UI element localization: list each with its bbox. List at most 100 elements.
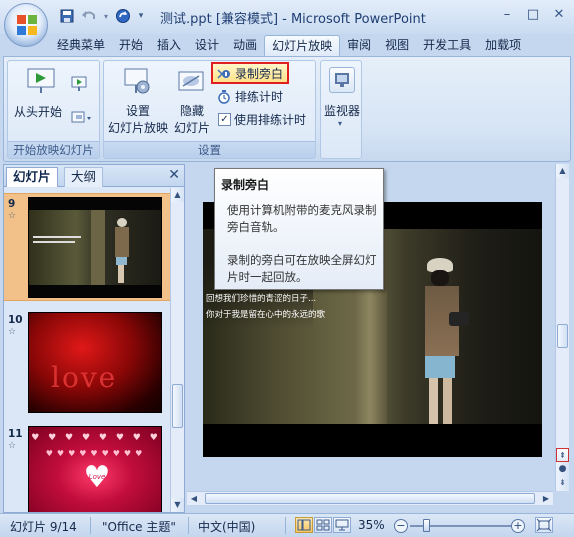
from-beginning-button[interactable]: 从头开始 (14, 103, 62, 120)
language-indicator[interactable]: 中文(中国) (198, 518, 255, 535)
scroll-right-icon[interactable]: ▶ (539, 492, 553, 505)
setup-slide-show-icon[interactable] (121, 65, 153, 99)
select-browse-icon[interactable]: ● (556, 462, 569, 476)
status-bar: 幻灯片 9/14 "Office 主题" 中文(中国) 35% − + (0, 513, 574, 537)
monitors-icon[interactable] (329, 67, 355, 93)
record-narration-button[interactable]: 录制旁白 (216, 65, 283, 82)
slide-thumbnails: 9 ☆ 10 ☆ love 11 ☆ ♥ ♥ ♥ ♥ ♥ ♥ ♥ ♥ ♥♥♥♥♥… (4, 188, 170, 512)
slide-sorter-view-icon[interactable] (314, 517, 332, 533)
use-rehearsed-timings-checkbox[interactable]: ✓ 使用排练计时 (218, 111, 306, 128)
zoom-out-icon[interactable]: − (394, 519, 408, 533)
thumbnail-slide-10[interactable]: 10 ☆ love (4, 310, 170, 414)
title-bar: ▾ ▾ 测试.ppt [兼容模式] - Microsoft PowerPoint… (0, 0, 574, 34)
close-button[interactable]: ✕ (547, 4, 571, 24)
save-icon[interactable] (58, 7, 76, 25)
from-current-slide-icon[interactable] (70, 75, 88, 93)
scroll-up-icon[interactable]: ▲ (171, 188, 184, 202)
rehearse-timings-icon (218, 89, 230, 104)
scroll-thumb[interactable] (557, 324, 568, 348)
group-monitors: 监视器 ▾ (320, 60, 362, 159)
hide-slide-line1[interactable]: 隐藏 (180, 102, 204, 119)
group-label-setup: 设置 (104, 141, 315, 158)
normal-view-icon[interactable] (295, 517, 313, 533)
scroll-thumb[interactable] (172, 384, 183, 428)
scroll-up-icon[interactable]: ▲ (556, 164, 569, 178)
monitors-dropdown-icon[interactable]: ▾ (338, 119, 342, 128)
tab-classic-menu[interactable]: 经典菜单 (50, 35, 112, 56)
group-setup: 设置 幻灯片放映 隐藏 幻灯片 录制旁白 排练计时 ✓ 使用排练计时 设置 (103, 60, 316, 159)
thumbnails-scrollbar[interactable]: ▲ ▼ (170, 188, 184, 512)
fit-to-window-icon[interactable] (535, 517, 553, 533)
use-rehearsed-timings-label: 使用排练计时 (234, 113, 307, 127)
monitors-button[interactable]: 监视器 (324, 102, 360, 119)
tooltip-paragraph-2: 录制的旁白可在放映全屏幻灯片时一起回放。 (227, 253, 377, 284)
hide-slide-line2[interactable]: 幻灯片 (174, 119, 210, 136)
panel-close-icon[interactable]: ✕ (168, 167, 180, 183)
thumbnail-slide-9[interactable]: 9 ☆ (4, 193, 170, 301)
group-label-start: 开始放映幻灯片 (8, 141, 99, 158)
record-narration-icon (217, 68, 230, 79)
tab-animations[interactable]: 动画 (226, 35, 264, 56)
slide-transition-icon: ☆ (8, 327, 17, 337)
thumbnail-slide-11[interactable]: 11 ☆ ♥ ♥ ♥ ♥ ♥ ♥ ♥ ♥ ♥♥♥♥♥♥♥♥♥ ♥ Love (4, 424, 170, 512)
tab-view[interactable]: 视图 (378, 35, 416, 56)
checkbox-checked-icon: ✓ (218, 113, 231, 126)
tab-slides[interactable]: 幻灯片 (6, 167, 58, 187)
record-narration-label: 录制旁白 (235, 67, 284, 81)
tab-add-ins[interactable]: 加载项 (478, 35, 528, 56)
custom-show-icon[interactable] (70, 109, 94, 127)
tab-design[interactable]: 设计 (188, 35, 226, 56)
undo-dropdown-icon[interactable]: ▾ (102, 7, 110, 25)
thumbnail-image-11: ♥ ♥ ♥ ♥ ♥ ♥ ♥ ♥ ♥♥♥♥♥♥♥♥♥ ♥ Love (28, 426, 162, 512)
slide-number: 11 (8, 428, 23, 440)
next-slide-icon[interactable]: ⇟ (556, 476, 569, 490)
redo-icon[interactable] (114, 7, 132, 25)
group-start-slide-show: 从头开始 开始放映幻灯片 (7, 60, 100, 159)
zoom-slider-thumb[interactable] (423, 519, 430, 532)
zoom-level[interactable]: 35% (358, 518, 385, 532)
thumbnail-image-9 (28, 197, 162, 298)
minimize-button[interactable]: – (495, 4, 519, 24)
scroll-left-icon[interactable]: ◀ (187, 492, 201, 505)
rehearse-timings-button[interactable]: 排练计时 (216, 88, 283, 105)
setup-slide-show-line1[interactable]: 设置 (126, 102, 150, 119)
tab-outline[interactable]: 大纲 (64, 167, 104, 187)
slide-counter: 幻灯片 9/14 (10, 520, 77, 534)
customize-qat-icon[interactable]: ▾ (136, 7, 146, 25)
h-scroll-thumb[interactable] (205, 493, 535, 504)
record-narration-tooltip: 录制旁白 使用计算机附带的麦克风录制旁白音轨。 录制的旁白可在放映全屏幻灯片时一… (214, 168, 384, 290)
zoom-in-icon[interactable]: + (511, 519, 525, 533)
hide-slide-icon[interactable] (176, 69, 206, 97)
slide-show-view-icon[interactable] (333, 517, 351, 533)
slide-transition-icon: ☆ (8, 211, 17, 221)
slide-text-line2: 你对于我是留在心中的永远的歌 (206, 310, 326, 320)
slide-number: 9 (8, 198, 16, 210)
maximize-button[interactable]: □ (521, 4, 545, 24)
tooltip-paragraph-1: 使用计算机附带的麦克风录制旁白音轨。 (227, 203, 377, 234)
undo-icon[interactable] (80, 7, 98, 25)
office-logo-icon (17, 15, 37, 35)
from-beginning-icon[interactable] (26, 67, 56, 95)
previous-slide-icon[interactable]: ⇞ (556, 448, 569, 462)
slide-number: 10 (8, 314, 23, 326)
ribbon: 从头开始 开始放映幻灯片 设置 幻灯片放映 隐藏 幻灯片 录制旁白 排练计时 ✓… (3, 56, 571, 162)
office-button[interactable] (4, 3, 48, 47)
slide-text-line1: 回想我们珍惜的青涩的日子... (206, 294, 317, 304)
scroll-down-icon[interactable]: ▼ (171, 498, 184, 512)
quick-access-toolbar: ▾ ▾ (54, 7, 146, 25)
tab-review[interactable]: 审阅 (340, 35, 378, 56)
slides-panel: 幻灯片 大纲 ✕ 9 ☆ 10 ☆ love 11 ☆ ♥ ♥ ♥ ♥ ♥ ♥ … (3, 164, 185, 513)
slide-horizontal-scrollbar[interactable]: ◀ ▶ (187, 491, 553, 505)
slide-transition-icon: ☆ (8, 441, 17, 451)
thumb11-love-text: Love (88, 473, 106, 481)
ribbon-tabs: 经典菜单 开始 插入 设计 动画 幻灯片放映 审阅 视图 开发工具 加载项 (50, 35, 528, 56)
tab-slide-show[interactable]: 幻灯片放映 (264, 35, 341, 56)
thumbnail-image-10: love (28, 312, 162, 413)
slide-vertical-scrollbar[interactable]: ▲ ⇞ ● ⇟ (555, 164, 569, 491)
panel-tabs: 幻灯片 大纲 ✕ (4, 165, 184, 187)
tab-home[interactable]: 开始 (112, 35, 150, 56)
tab-insert[interactable]: 插入 (150, 35, 188, 56)
tab-developer[interactable]: 开发工具 (416, 35, 478, 56)
thumb10-love-text: love (51, 361, 118, 394)
setup-slide-show-line2[interactable]: 幻灯片放映 (108, 119, 168, 136)
